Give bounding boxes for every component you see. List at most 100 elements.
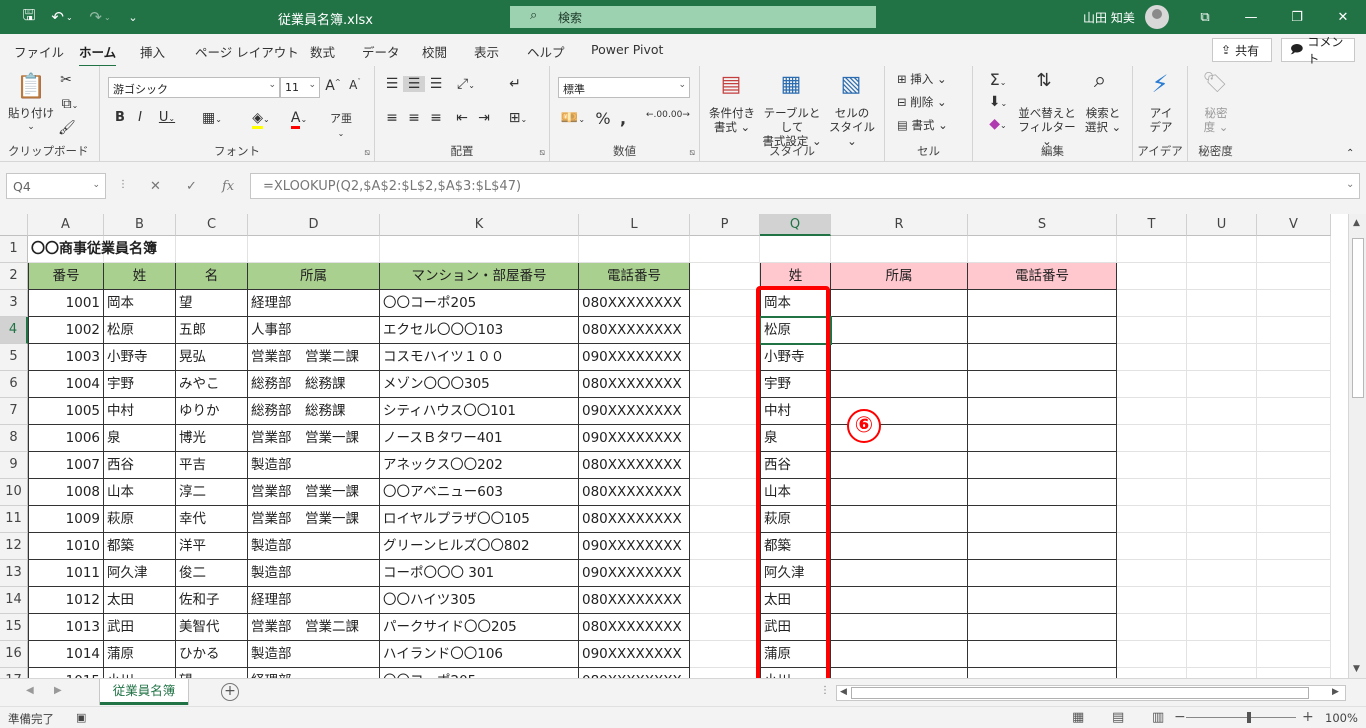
format-painter-icon[interactable]: 🖌 xyxy=(58,120,76,136)
table-cell-b12[interactable]: 都築 xyxy=(104,533,176,560)
font-name-select[interactable]: 游ゴシック ⌄ xyxy=(108,77,280,98)
accounting-format-icon[interactable]: 💴⌄ xyxy=(558,110,588,126)
row-header-15[interactable]: 15 xyxy=(0,614,28,641)
column-header-k[interactable]: K xyxy=(380,214,579,236)
table-cell-d15[interactable]: 営業部 営業二課 xyxy=(248,614,380,641)
insert-cells-button[interactable]: ⊞ 挿入 ⌄ xyxy=(897,72,965,86)
cell-t7[interactable] xyxy=(1117,398,1187,425)
cell-v7[interactable] xyxy=(1257,398,1331,425)
table-cell-a6[interactable]: 1004 xyxy=(28,371,104,398)
vertical-scrollbar[interactable]: ▲ ▼ xyxy=(1348,214,1366,678)
column-header-c[interactable]: C xyxy=(176,214,248,236)
cell-q1[interactable] xyxy=(760,236,831,263)
tab-file[interactable]: ファイル xyxy=(14,42,64,61)
table-cell-b16[interactable]: 蒲原 xyxy=(104,641,176,668)
cell-p10[interactable] xyxy=(690,479,760,506)
table-cell-d3[interactable]: 経理部 xyxy=(248,290,380,317)
decrease-decimal-icon[interactable]: .00→ xyxy=(668,110,690,120)
cancel-formula-icon[interactable]: ✕ xyxy=(150,179,161,194)
table-header-d[interactable]: 所属 xyxy=(248,263,380,290)
lookup-cell-q14[interactable]: 太田 xyxy=(760,587,831,614)
close-icon[interactable]: ✕ xyxy=(1320,0,1366,34)
lookup-cell-s12[interactable] xyxy=(968,533,1117,560)
table-cell-b5[interactable]: 小野寺 xyxy=(104,344,176,371)
table-cell-k10[interactable]: 〇〇アベニュー603 xyxy=(380,479,579,506)
search-box[interactable]: ⌕ 検索 xyxy=(510,6,876,28)
cell-p6[interactable] xyxy=(690,371,760,398)
cell-v17[interactable] xyxy=(1257,668,1331,678)
paste-button[interactable]: 貼り付け xyxy=(6,106,56,120)
scroll-up-icon[interactable]: ▲ xyxy=(1353,218,1360,228)
table-cell-a16[interactable]: 1014 xyxy=(28,641,104,668)
find-select-button[interactable]: 検索と 選択 ⌄ xyxy=(1079,106,1127,134)
column-header-d[interactable]: D xyxy=(248,214,380,236)
ribbon-display-options-icon[interactable]: ⧉ xyxy=(1182,0,1228,34)
table-cell-k6[interactable]: メゾン〇〇〇305 xyxy=(380,371,579,398)
cut-icon[interactable]: ✂ xyxy=(58,72,74,88)
lookup-cell-s5[interactable] xyxy=(968,344,1117,371)
normal-view-icon[interactable]: ▦ xyxy=(1072,710,1084,725)
table-cell-k9[interactable]: アネックス〇〇202 xyxy=(380,452,579,479)
row-header-16[interactable]: 16 xyxy=(0,641,28,668)
collapse-ribbon-icon[interactable]: ⌃ xyxy=(1346,148,1354,159)
lookup-cell-r15[interactable] xyxy=(831,614,968,641)
cell-p2[interactable] xyxy=(690,263,760,290)
table-cell-a7[interactable]: 1005 xyxy=(28,398,104,425)
table-cell-a8[interactable]: 1006 xyxy=(28,425,104,452)
fill-icon[interactable]: ⬇⌄ xyxy=(983,94,1013,110)
autosum-icon[interactable]: Σ⌄ xyxy=(983,70,1013,89)
name-box[interactable]: Q4 ⌄ xyxy=(6,173,106,199)
cell-p9[interactable] xyxy=(690,452,760,479)
column-header-r[interactable]: R xyxy=(831,214,968,236)
tab-review[interactable]: 校閲 xyxy=(422,42,447,61)
enter-formula-icon[interactable]: ✓ xyxy=(186,179,197,194)
lookup-cell-s11[interactable] xyxy=(968,506,1117,533)
column-header-q[interactable]: Q xyxy=(760,214,831,236)
cell-t10[interactable] xyxy=(1117,479,1187,506)
row-header-13[interactable]: 13 xyxy=(0,560,28,587)
column-header-b[interactable]: B xyxy=(104,214,176,236)
row-header-8[interactable]: 8 xyxy=(0,425,28,452)
cell-k1[interactable] xyxy=(380,236,579,263)
lookup-cell-q9[interactable]: 西谷 xyxy=(760,452,831,479)
tab-insert[interactable]: 挿入 xyxy=(140,42,165,61)
table-cell-l5[interactable]: 090XXXXXXXX xyxy=(579,344,690,371)
lookup-cell-r10[interactable] xyxy=(831,479,968,506)
next-sheet-icon[interactable]: ▶ xyxy=(54,685,62,696)
cell-v6[interactable] xyxy=(1257,371,1331,398)
cell-t15[interactable] xyxy=(1117,614,1187,641)
cell-v14[interactable] xyxy=(1257,587,1331,614)
lookup-cell-q7[interactable]: 中村 xyxy=(760,398,831,425)
cell-u9[interactable] xyxy=(1187,452,1257,479)
cell-p8[interactable] xyxy=(690,425,760,452)
scroll-right-icon[interactable]: ▶ xyxy=(1332,687,1339,697)
table-cell-l14[interactable]: 080XXXXXXXX xyxy=(579,587,690,614)
cell-u8[interactable] xyxy=(1187,425,1257,452)
table-cell-k15[interactable]: パークサイド〇〇205 xyxy=(380,614,579,641)
ideas-button[interactable]: アイ デア xyxy=(1139,106,1183,134)
table-cell-d6[interactable]: 総務部 総務課 xyxy=(248,371,380,398)
table-cell-k17[interactable]: 〇〇コーポ205 xyxy=(380,668,579,678)
cell-p17[interactable] xyxy=(690,668,760,678)
cell-u7[interactable] xyxy=(1187,398,1257,425)
copy-icon[interactable]: ⧉⌄ xyxy=(58,96,82,112)
lookup-cell-r11[interactable] xyxy=(831,506,968,533)
lookup-cell-r6[interactable] xyxy=(831,371,968,398)
cell-t1[interactable] xyxy=(1117,236,1187,263)
lookup-header-r[interactable]: 所属 xyxy=(831,263,968,290)
lookup-cell-q12[interactable]: 都築 xyxy=(760,533,831,560)
cell-u5[interactable] xyxy=(1187,344,1257,371)
decrease-indent-icon[interactable]: ⇤ xyxy=(453,110,471,126)
lookup-cell-s3[interactable] xyxy=(968,290,1117,317)
page-layout-view-icon[interactable]: ▤ xyxy=(1112,710,1124,725)
lookup-cell-q8[interactable]: 泉 xyxy=(760,425,831,452)
cell-v3[interactable] xyxy=(1257,290,1331,317)
sheet-title[interactable]: 〇〇商事従業員名簿 xyxy=(28,236,328,263)
increase-indent-icon[interactable]: ⇥ xyxy=(475,110,493,126)
cell-p13[interactable] xyxy=(690,560,760,587)
row-header-17[interactable]: 17 xyxy=(0,668,28,678)
row-header-10[interactable]: 10 xyxy=(0,479,28,506)
sensitivity-icon[interactable]: 🏷 xyxy=(1200,70,1230,94)
lookup-cell-s17[interactable] xyxy=(968,668,1117,678)
bold-icon[interactable]: B xyxy=(112,110,128,125)
